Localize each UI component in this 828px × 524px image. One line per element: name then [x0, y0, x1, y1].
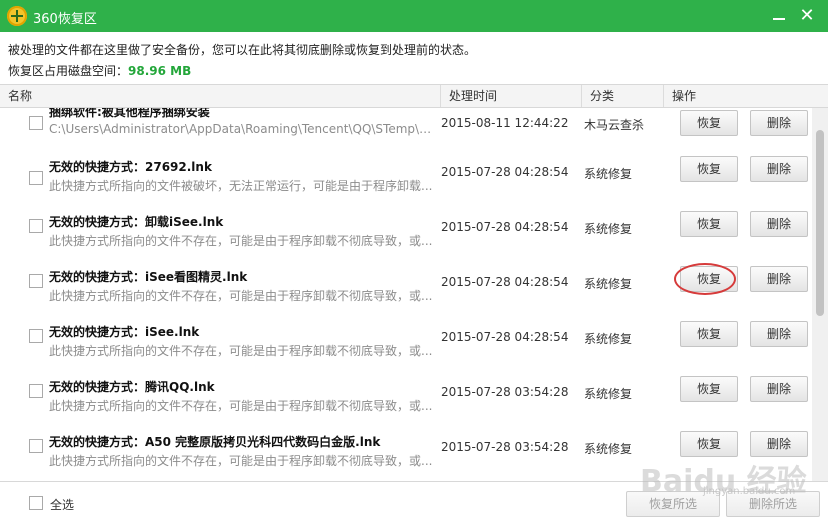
item-category: 系统修复 — [584, 332, 633, 346]
disk-usage-label: 恢复区占用磁盘空间： — [8, 64, 129, 78]
item-time: 2015-07-28 04:28:54 — [441, 275, 569, 289]
item-path: 此快捷方式所指向的文件不存在，可能是由于程序卸载不彻底导致，或... — [49, 234, 433, 248]
close-icon[interactable]: ✕ — [796, 5, 818, 27]
item-category: 木马云查杀 — [584, 118, 645, 132]
item-time: 2015-07-28 03:54:28 — [441, 385, 569, 399]
info-panel: 被处理的文件都在这里做了安全备份，您可以在此将其彻底删除或恢复到处理前的状态。 … — [8, 40, 476, 82]
footer-bar: 全选 恢复所选 删除所选 — [0, 481, 828, 524]
select-all-checkbox[interactable] — [29, 496, 43, 510]
row-checkbox[interactable] — [29, 384, 43, 398]
table-row: 无效的快捷方式：A50 完整原版拷贝光科四代数码白金版.lnk 此快捷方式所指向… — [0, 424, 812, 479]
info-description: 被处理的文件都在这里做了安全备份，您可以在此将其彻底删除或恢复到处理前的状态。 — [8, 43, 477, 57]
disk-usage: 恢复区占用磁盘空间：98.96 MB — [8, 61, 476, 82]
table-header: 名称 处理时间 分类 操作 — [0, 84, 828, 108]
item-name: 捆绑软件:被其他程序捆绑安装 — [49, 108, 210, 119]
recovery-list: 捆绑软件:被其他程序捆绑安装 C:\Users\Administrator\Ap… — [0, 108, 812, 481]
restore-button[interactable]: 恢复 — [680, 376, 738, 402]
disk-usage-value: 98.96 MB — [128, 64, 192, 78]
window-title: 360恢复区 — [33, 12, 97, 27]
item-category: 系统修复 — [584, 167, 633, 181]
delete-selected-button[interactable]: 删除所选 — [726, 491, 820, 517]
item-time: 2015-08-11 12:44:22 — [441, 116, 569, 130]
table-row: 无效的快捷方式：27692.lnk 此快捷方式所指向的文件被破坏，无法正常运行，… — [0, 149, 812, 204]
table-row: 捆绑软件:被其他程序捆绑安装 C:\Users\Administrator\Ap… — [0, 108, 812, 149]
item-path: 此快捷方式所指向的文件不存在，可能是由于程序卸载不彻底导致，或... — [49, 289, 433, 303]
item-category: 系统修复 — [584, 387, 633, 401]
table-row: 无效的快捷方式：腾讯QQ.lnk 此快捷方式所指向的文件不存在，可能是由于程序卸… — [0, 369, 812, 424]
restore-button[interactable]: 恢复 — [680, 431, 738, 457]
item-name: 无效的快捷方式：iSee看图精灵.lnk — [49, 270, 248, 284]
item-name: 无效的快捷方式：腾讯QQ.lnk — [49, 380, 215, 394]
restore-selected-button[interactable]: 恢复所选 — [626, 491, 720, 517]
restore-button[interactable]: 恢复 — [680, 321, 738, 347]
item-name: 无效的快捷方式：A50 完整原版拷贝光科四代数码白金版.lnk — [49, 435, 381, 449]
vertical-scrollbar[interactable] — [812, 108, 828, 481]
row-checkbox[interactable] — [29, 439, 43, 453]
item-category: 系统修复 — [584, 222, 633, 236]
item-path: C:\Users\Administrator\AppData\Roaming\T… — [49, 122, 437, 136]
restore-button[interactable]: 恢复 — [680, 266, 738, 292]
item-path: 此快捷方式所指向的文件不存在，可能是由于程序卸载不彻底导致，或... — [49, 454, 433, 468]
item-name: 无效的快捷方式：卸载iSee.lnk — [49, 215, 224, 229]
item-path: 此快捷方式所指向的文件不存在，可能是由于程序卸载不彻底导致，或... — [49, 344, 433, 358]
item-name: 无效的快捷方式：iSee.lnk — [49, 325, 200, 339]
delete-button[interactable]: 删除 — [750, 321, 808, 347]
delete-button[interactable]: 删除 — [750, 431, 808, 457]
item-category: 系统修复 — [584, 277, 633, 291]
item-time: 2015-07-28 03:54:28 — [441, 440, 569, 454]
column-header-time[interactable]: 处理时间 — [441, 85, 582, 107]
select-all-label[interactable]: 全选 — [50, 496, 74, 513]
restore-button[interactable]: 恢复 — [680, 156, 738, 182]
title-bar: 360恢复区 ✕ — [0, 0, 828, 32]
item-time: 2015-07-28 04:28:54 — [441, 165, 569, 179]
item-category: 系统修复 — [584, 442, 633, 456]
delete-button[interactable]: 删除 — [750, 110, 808, 136]
item-path: 此快捷方式所指向的文件被破坏，无法正常运行，可能是由于程序卸载... — [49, 179, 433, 193]
restore-button[interactable]: 恢复 — [680, 211, 738, 237]
column-header-category[interactable]: 分类 — [582, 85, 664, 107]
minimize-icon[interactable] — [768, 5, 790, 27]
column-header-action: 操作 — [672, 89, 697, 103]
table-row: 无效的快捷方式：卸载iSee.lnk 此快捷方式所指向的文件不存在，可能是由于程… — [0, 204, 812, 259]
row-checkbox[interactable] — [29, 116, 43, 130]
restore-button[interactable]: 恢复 — [680, 110, 738, 136]
table-row: 无效的快捷方式：iSee看图精灵.lnk 此快捷方式所指向的文件不存在，可能是由… — [0, 259, 812, 314]
row-checkbox[interactable] — [29, 329, 43, 343]
row-checkbox[interactable] — [29, 274, 43, 288]
delete-button[interactable]: 删除 — [750, 376, 808, 402]
app-logo-icon — [7, 6, 27, 26]
item-time: 2015-07-28 04:28:54 — [441, 220, 569, 234]
column-header-name[interactable]: 名称 — [0, 85, 441, 107]
item-name: 无效的快捷方式：27692.lnk — [49, 160, 212, 174]
item-path: 此快捷方式所指向的文件不存在，可能是由于程序卸载不彻底导致，或... — [49, 399, 433, 413]
row-checkbox[interactable] — [29, 219, 43, 233]
item-time: 2015-07-28 04:28:54 — [441, 330, 569, 344]
delete-button[interactable]: 删除 — [750, 211, 808, 237]
delete-button[interactable]: 删除 — [750, 156, 808, 182]
delete-button[interactable]: 删除 — [750, 266, 808, 292]
scrollbar-thumb[interactable] — [816, 130, 824, 316]
row-checkbox[interactable] — [29, 171, 43, 185]
table-row: 无效的快捷方式：iSee.lnk 此快捷方式所指向的文件不存在，可能是由于程序卸… — [0, 314, 812, 369]
